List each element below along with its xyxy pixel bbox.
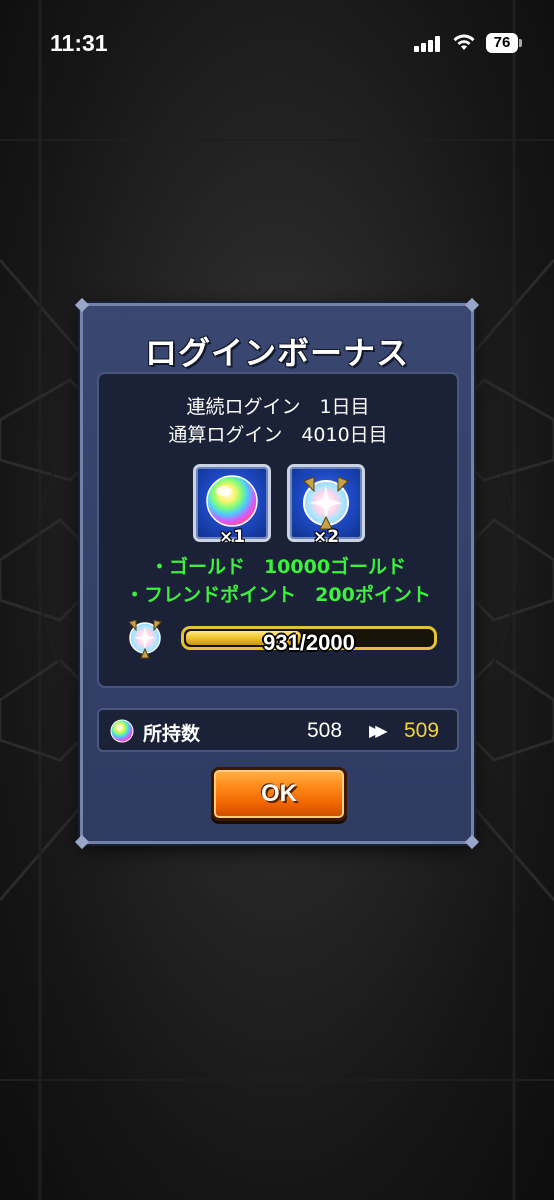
reward-item-count: ×2 [312,527,340,547]
double-arrow-icon: ▶▶ [369,721,387,740]
reward-item-count: ×1 [218,527,246,547]
owned-count-label: 所持数 [143,723,201,745]
wifi-icon [453,34,475,50]
reward-item-orb: ×1 [193,464,271,547]
reward-item-friend-badge: ×2 [287,464,365,547]
reward-friend-point-text: ・フレンドポイント 200ポイント [125,584,431,606]
owned-count-before: 508 [307,719,343,742]
cellular-signal-icon [414,36,442,52]
dialog-title: ログインボーナス [144,334,409,372]
owned-count-after: 509 [404,719,440,742]
reward-gold-text: ・ゴールド 10000ゴールド [149,556,407,578]
bonus-details-panel: 連続ログイン 1日目 通算ログイン 4010日目 ×1 ×2 ・ゴールド 100… [97,372,459,688]
owned-count-row: 所持数 508 ▶▶ 509 [97,708,459,752]
battery-indicator: 76 [486,33,518,53]
clock: 11:31 [50,30,108,56]
status-bar: 11:31 76 [0,0,554,90]
login-bonus-dialog: ログインボーナス 連続ログイン 1日目 通算ログイン 4010日目 ×1 ×2 … [74,297,480,850]
rainbow-orb-icon [110,719,134,743]
friend-point-badge-icon [128,619,162,659]
streak-login-text: 連続ログイン 1日目 [186,396,370,418]
battery-tip [519,39,522,47]
progress-text: 931/2000 [263,630,355,655]
total-login-text: 通算ログイン 4010日目 [168,424,388,446]
friend-point-progress-bar: 931/2000 [181,626,437,655]
ok-button[interactable]: OK [211,767,347,821]
